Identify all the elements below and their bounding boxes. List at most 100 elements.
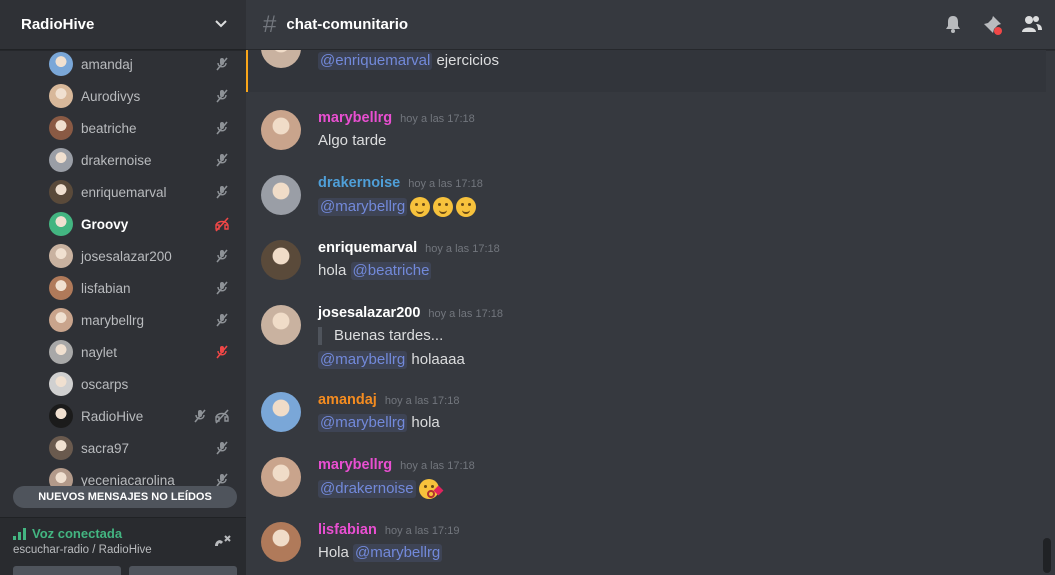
scrollbar-thumb[interactable] — [1043, 538, 1051, 573]
message-author[interactable]: marybellrg — [318, 457, 392, 473]
voice-member-yeceniacarolina[interactable]: yeceniacarolina — [0, 464, 246, 488]
voice-member-marybellrg[interactable]: marybellrg — [0, 304, 246, 336]
message-body: @enriquemarval ejercicios — [318, 52, 1041, 70]
user-mention[interactable]: @enriquemarval — [318, 52, 433, 70]
avatar — [49, 372, 73, 396]
avatar — [49, 148, 73, 172]
message-body: @marybellrg holaaaa — [318, 351, 1041, 369]
member-name: lisfabian — [81, 280, 131, 296]
chat-message: marybellrg hoy a las 17:18 Algo tarde — [261, 110, 1041, 150]
chat-message: drakernoise hoy a las 17:18 @marybellrg — [261, 175, 1041, 217]
screen-share-button[interactable] — [129, 566, 237, 575]
chat-message: amandaj hoy a las 17:18 @marybellrg hola — [261, 392, 1041, 432]
mic-off-icon — [214, 280, 230, 296]
message-text: Hola — [318, 544, 354, 561]
user-mention[interactable]: @marybellrg — [353, 544, 443, 562]
avatar — [49, 468, 73, 488]
message-text: ejercicios — [432, 52, 499, 69]
user-mention[interactable]: @marybellrg — [318, 414, 408, 432]
chat-message: @yeceniacarolina es lo mas seguro..vamos… — [261, 50, 1041, 70]
mic-off-icon — [214, 312, 230, 328]
message-timestamp: hoy a las 17:18 — [428, 308, 504, 320]
voice-member-radiohive[interactable]: RadioHive — [0, 400, 246, 432]
voice-member-groovy[interactable]: Groovy — [0, 208, 246, 240]
member-name: drakernoise — [81, 152, 152, 168]
quote-block: Buenas tardes... — [318, 327, 1041, 345]
voice-member-lisfabian[interactable]: lisfabian — [0, 272, 246, 304]
voice-member-beatriche[interactable]: beatriche — [0, 112, 246, 144]
voice-member-amandaj[interactable]: amandaj — [0, 48, 246, 80]
chat-message: lisfabian hoy a las 17:19 Hola @marybellrg — [261, 522, 1041, 562]
server-name: RadioHive — [21, 16, 95, 33]
message-timestamp: hoy a las 17:18 — [400, 460, 475, 472]
disconnect-icon[interactable] — [212, 532, 232, 557]
message-author[interactable]: lisfabian — [318, 522, 377, 538]
voice-channel-label: escuchar-radio / RadioHive — [13, 544, 152, 556]
avatar — [49, 276, 73, 300]
voice-member-aurodivys[interactable]: Aurodivys — [0, 80, 246, 112]
chat-message: marybellrg hoy a las 17:18 @drakernoise — [261, 457, 1041, 499]
voice-member-list: amandaj Aurodivys beatriche drakernoise enri… — [0, 48, 246, 488]
avatar[interactable] — [261, 175, 301, 215]
user-mention[interactable]: @drakernoise — [318, 480, 416, 498]
voice-member-drakernoise[interactable]: drakernoise — [0, 144, 246, 176]
video-button[interactable] — [13, 566, 121, 575]
voice-member-oscarps[interactable]: oscarps — [0, 368, 246, 400]
message-body: hola @beatriche — [318, 262, 1041, 280]
member-name: Groovy — [81, 216, 129, 232]
server-header[interactable]: RadioHive — [0, 0, 246, 50]
user-mention[interactable]: @marybellrg — [318, 351, 408, 369]
mic-off-icon — [192, 408, 208, 424]
chat-message: enriquemarval hoy a las 17:18 hola @beatri… — [261, 240, 1041, 280]
avatar[interactable] — [261, 457, 301, 497]
message-author[interactable]: drakernoise — [318, 175, 400, 191]
avatar[interactable] — [261, 50, 301, 68]
mic-off-icon — [214, 88, 230, 104]
voice-member-naylet[interactable]: naylet — [0, 336, 246, 368]
mic-off-icon — [214, 344, 230, 360]
chat-area: # chat-comunitario @yeceniacarolina es l… — [246, 0, 1055, 575]
voice-member-sacra97[interactable]: sacra97 — [0, 432, 246, 464]
hugging-emoji — [456, 197, 477, 217]
mic-off-icon — [214, 120, 230, 136]
scrollbar[interactable] — [1043, 50, 1051, 575]
voice-member-josesalazar200[interactable]: josesalazar200 — [0, 240, 246, 272]
message-text: holaaaa — [407, 351, 465, 368]
pin-icon[interactable] — [981, 14, 1003, 41]
message-text: hola — [318, 262, 351, 279]
avatar[interactable] — [261, 392, 301, 432]
member-name: oscarps — [81, 376, 129, 392]
avatar — [49, 244, 73, 268]
voice-status: Voz conectada — [13, 526, 233, 541]
header-toolbar — [943, 14, 1043, 41]
chevron-down-icon[interactable] — [214, 16, 228, 33]
channel-name: chat-comunitario — [286, 16, 409, 33]
message-author[interactable]: enriquemarval — [318, 240, 417, 256]
avatar[interactable] — [261, 305, 301, 345]
mic-off-icon — [214, 248, 230, 264]
avatar[interactable] — [261, 522, 301, 562]
message-timestamp: hoy a las 17:18 — [425, 243, 500, 255]
message-body: Hola @marybellrg — [318, 544, 1041, 562]
mic-off-icon — [214, 440, 230, 456]
member-name: RadioHive — [81, 408, 144, 424]
message-author[interactable]: amandaj — [318, 392, 377, 408]
new-messages-button[interactable]: NUEVOS MENSAJES NO LEÍDOS — [13, 486, 237, 508]
voice-connection-panel: Voz conectada escuchar-radio / RadioHive — [0, 517, 246, 575]
user-mention[interactable]: @beatriche — [350, 262, 432, 280]
channel-sidebar: RadioHive amandaj Aurodivys beatriche drake… — [0, 0, 246, 575]
user-mention[interactable]: @marybellrg — [318, 198, 408, 216]
message-body: @drakernoise — [318, 479, 1041, 499]
voice-member-enriquemarval[interactable]: enriquemarval — [0, 176, 246, 208]
message-author[interactable]: marybellrg — [318, 110, 392, 126]
message-timestamp: hoy a las 17:19 — [384, 525, 460, 537]
avatar — [49, 404, 73, 428]
signal-icon — [13, 527, 26, 540]
bell-icon[interactable] — [943, 14, 963, 41]
members-icon[interactable] — [1021, 14, 1043, 41]
message-author[interactable]: josesalazar200 — [318, 305, 420, 321]
avatar[interactable] — [261, 110, 301, 150]
message-timestamp: hoy a las 17:18 — [400, 113, 475, 125]
member-name: josesalazar200 — [81, 248, 172, 264]
avatar[interactable] — [261, 240, 301, 280]
